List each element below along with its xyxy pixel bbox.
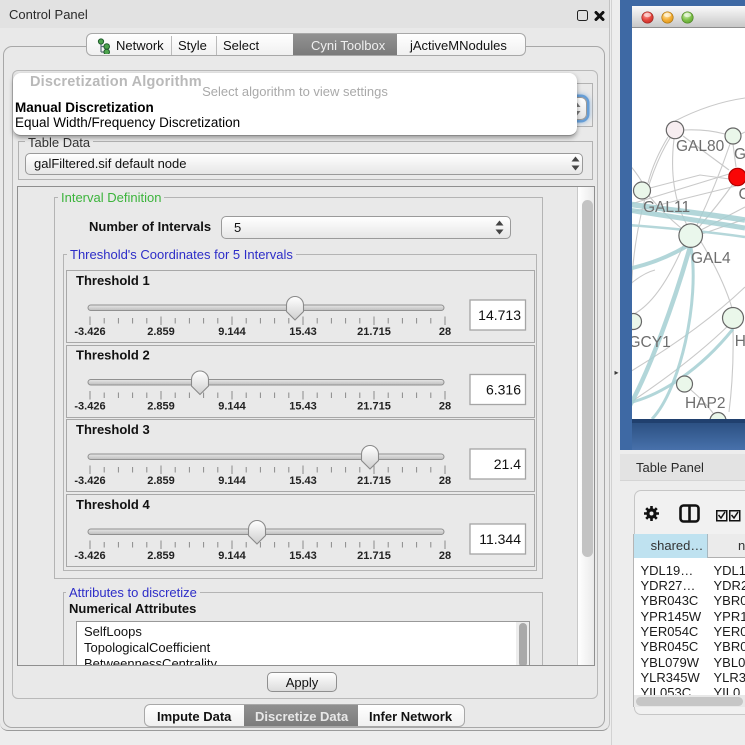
- svg-text:HAP2: HAP2: [685, 395, 726, 412]
- svg-text:H: H: [735, 333, 745, 350]
- svg-text:GCY1: GCY1: [632, 334, 671, 351]
- svg-text:C: C: [739, 186, 745, 203]
- svg-text:GAL4: GAL4: [691, 250, 731, 267]
- svg-text:GAL: GAL: [734, 146, 745, 163]
- svg-text:GAL11: GAL11: [643, 199, 690, 216]
- svg-text:GAL80: GAL80: [676, 138, 725, 155]
